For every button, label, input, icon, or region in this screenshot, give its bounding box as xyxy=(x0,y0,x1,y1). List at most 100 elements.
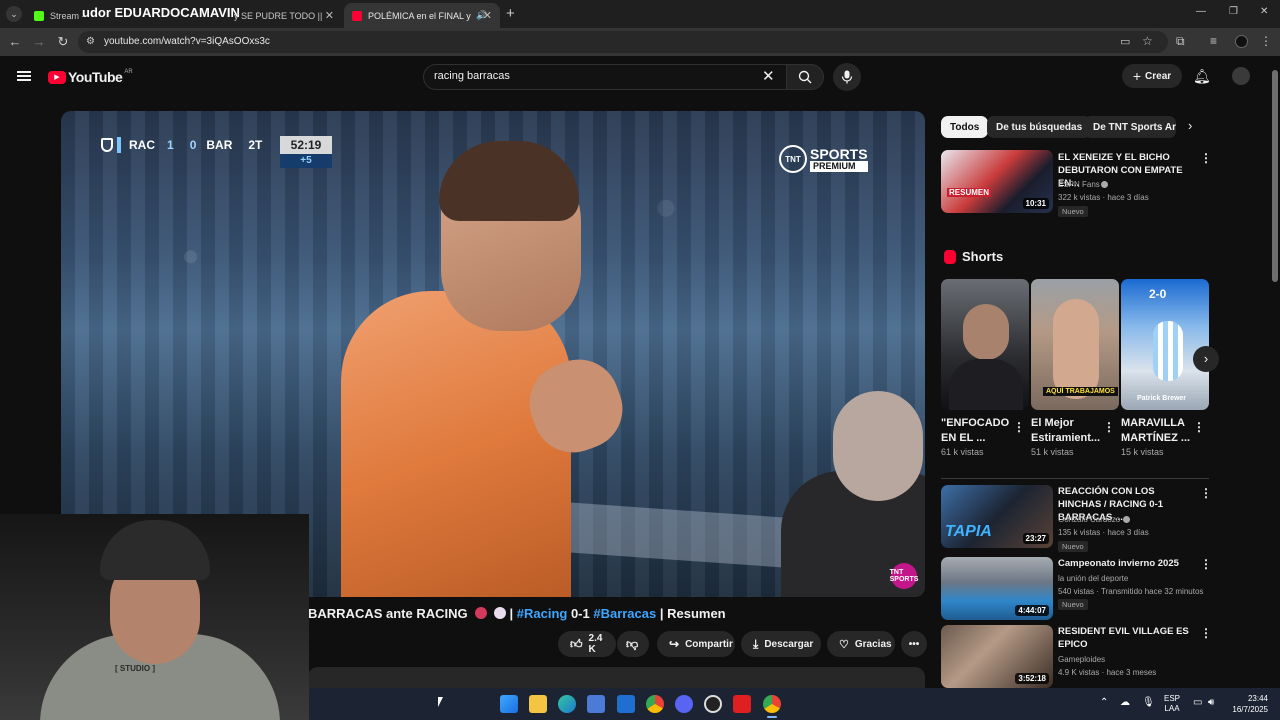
search-button[interactable] xyxy=(786,64,824,90)
extensions-icon[interactable]: ⧉ xyxy=(1176,34,1185,49)
obs-icon[interactable] xyxy=(704,695,722,713)
tab-second[interactable]: y SE PUDRE TODO || ✕ xyxy=(186,3,342,28)
short-thumbnail[interactable]: 2-0 Patrick Brewer xyxy=(1121,279,1209,410)
video-thumbnail[interactable]: RESUMEN 10:31 xyxy=(941,150,1053,213)
chrome-icon[interactable] xyxy=(646,695,664,713)
tray-chevron-icon[interactable]: ⌃ xyxy=(1100,697,1108,708)
share-label: Compartir xyxy=(685,638,733,650)
channel-name[interactable]: Gameploides xyxy=(1058,653,1105,666)
cast-icon[interactable]: ▭ xyxy=(1120,35,1130,48)
short-title[interactable]: "ENFOCADO EN EL ... xyxy=(941,416,1011,446)
close-window-button[interactable]: ✕ xyxy=(1260,6,1268,17)
bookmark-star-icon[interactable]: ☆ xyxy=(1142,34,1153,48)
short-title[interactable]: El Mejor Estiramient... xyxy=(1031,416,1101,446)
video-thumbnail[interactable]: TAPIA 23:27 xyxy=(941,485,1053,548)
hashtag-barracas-link[interactable]: #Barracas xyxy=(593,606,656,621)
more-options-icon[interactable]: ⋮ xyxy=(1103,420,1115,434)
clock[interactable]: 23:44 16/7/2025 xyxy=(1226,693,1268,715)
cloud-icon[interactable]: ☁ xyxy=(1120,697,1130,708)
back-arrow-icon[interactable]: ← xyxy=(7,34,23,50)
title-text: BARRACAS ante RACING xyxy=(308,606,468,621)
media-controls-icon[interactable]: ≡ xyxy=(1210,34,1217,48)
outlook-icon[interactable] xyxy=(617,695,635,713)
url-text[interactable]: youtube.com/watch?v=3iQAsOOxs3c xyxy=(104,36,270,47)
browser-tab-bar: ⌄ Stream - udor EDUARDOCAMAVIN y SE PUDR… xyxy=(0,0,1280,28)
short-frame-body xyxy=(949,359,1023,410)
chip-de-tnt-sports[interactable]: De TNT Sports Arg xyxy=(1084,116,1176,138)
tnt-sports-logo: TNT SPORTS PREMIUM xyxy=(779,145,868,173)
site-info-icon[interactable]: ⚙ xyxy=(86,36,98,48)
channel-name[interactable]: Gonzalo Cardozo xyxy=(1058,513,1120,526)
new-tab-button[interactable]: + xyxy=(506,5,515,22)
dislike-button[interactable]: 👎︎ xyxy=(617,631,649,657)
match-period: 2T xyxy=(248,138,263,152)
short-thumbnail[interactable] xyxy=(941,279,1029,410)
tab-label: POLÉMICA en el FINAL y TI xyxy=(368,10,472,21)
more-options-icon[interactable]: ⋮ xyxy=(1200,626,1212,640)
chip-de-tus-busquedas[interactable]: De tus búsquedas xyxy=(987,116,1092,138)
notifications-bell-icon[interactable]: 🔔︎ xyxy=(1193,68,1211,85)
network-icon[interactable]: ▭ xyxy=(1193,697,1202,708)
shorts-next-button[interactable]: › xyxy=(1193,346,1219,372)
video-title-link[interactable]: RESIDENT EVIL VILLAGE ES EPICO xyxy=(1058,625,1198,651)
youtube-app-icon[interactable] xyxy=(733,695,751,713)
volume-icon[interactable]: 🔊︎ xyxy=(1208,697,1214,708)
more-options-icon[interactable]: ⋮ xyxy=(1200,486,1212,500)
scrollbar-thumb[interactable] xyxy=(1272,70,1278,282)
file-explorer-icon[interactable] xyxy=(529,695,547,713)
chips-next-chevron-icon[interactable]: › xyxy=(1188,118,1192,133)
download-label: Descargar xyxy=(764,638,814,650)
forward-arrow-icon[interactable]: → xyxy=(31,34,47,50)
search-input[interactable]: racing barracas xyxy=(434,70,510,82)
more-options-icon[interactable]: ⋮ xyxy=(1200,151,1212,165)
chip-todos[interactable]: Todos xyxy=(941,116,989,138)
more-options-icon[interactable]: ⋮ xyxy=(1193,420,1205,434)
video-thumbnail[interactable]: 3:52:18 xyxy=(941,625,1053,688)
added-time: +5 xyxy=(280,154,332,168)
discord-icon[interactable] xyxy=(675,695,693,713)
thanks-button[interactable]: ♡ Gracias xyxy=(827,631,895,657)
hamburger-menu-icon[interactable] xyxy=(17,71,31,81)
video-title-link[interactable]: Campeonato invierno 2025 xyxy=(1058,557,1198,570)
video-title: BARRACAS ante RACING | #Racing 0-1 #Barr… xyxy=(308,606,726,621)
clear-search-icon[interactable]: ✕ xyxy=(762,67,775,85)
channel-name[interactable]: la unión del deporte xyxy=(1058,572,1128,585)
youtube-logo[interactable]: ▶ YouTube AR xyxy=(48,69,133,85)
tab-active-video[interactable]: POLÉMICA en el FINAL y TI 🔊 ✕ xyxy=(344,3,500,28)
thumbs-up-icon: 👍︎ xyxy=(570,636,583,651)
more-options-icon[interactable]: ⋮ xyxy=(1200,557,1212,571)
short-title[interactable]: MARAVILLA MARTÍNEZ ... xyxy=(1121,416,1191,446)
tab-search-icon[interactable]: ⌄ xyxy=(6,6,22,22)
voice-search-button[interactable] xyxy=(833,63,861,91)
browser-menu-icon[interactable]: ⋮ xyxy=(1260,34,1272,48)
microphone-tray-icon[interactable]: 🎙︎ xyxy=(1142,697,1155,708)
reload-icon[interactable]: ↻ xyxy=(55,34,71,50)
language-indicator[interactable]: ESP LAA xyxy=(1164,694,1180,714)
keyboard-layout: LAA xyxy=(1164,704,1180,713)
more-actions-button[interactable]: ••• xyxy=(901,631,927,657)
new-badge: Nuevo xyxy=(1058,206,1088,217)
windows-start-icon[interactable] xyxy=(500,695,518,713)
heart-emoji-icon xyxy=(475,607,488,619)
restore-button[interactable]: ❐ xyxy=(1229,6,1238,17)
chrome-active-icon[interactable] xyxy=(763,695,781,713)
download-button[interactable]: ⤓ Descargar xyxy=(741,631,821,657)
short-thumbnail[interactable]: AQUÍ TRABAJAMOS xyxy=(1031,279,1119,410)
edge-browser-icon[interactable] xyxy=(558,695,576,713)
profile-avatar[interactable] xyxy=(1235,35,1248,48)
share-button[interactable]: ↪ Compartir xyxy=(657,631,735,657)
hashtag-racing-link[interactable]: #Racing xyxy=(517,606,568,621)
video-stats: 322 k vistas · hace 3 días xyxy=(1058,193,1149,202)
close-icon[interactable]: ✕ xyxy=(483,9,492,22)
store-icon[interactable] xyxy=(587,695,605,713)
video-thumbnail[interactable]: 4:44:07 xyxy=(941,557,1053,620)
account-avatar[interactable] xyxy=(1232,67,1250,85)
create-button[interactable]: + Crear xyxy=(1122,64,1182,88)
more-options-icon[interactable]: ⋮ xyxy=(1013,420,1025,434)
like-button[interactable]: 👍︎ 2.4 K xyxy=(558,631,616,657)
channel-name[interactable]: ESPN Fans xyxy=(1058,178,1100,191)
verified-check-icon xyxy=(1101,181,1108,188)
video-stats: 540 vistas · Transmitido hace 32 minutos xyxy=(1058,587,1204,596)
close-icon[interactable]: ✕ xyxy=(325,9,334,22)
minimize-button[interactable]: — xyxy=(1196,6,1206,17)
